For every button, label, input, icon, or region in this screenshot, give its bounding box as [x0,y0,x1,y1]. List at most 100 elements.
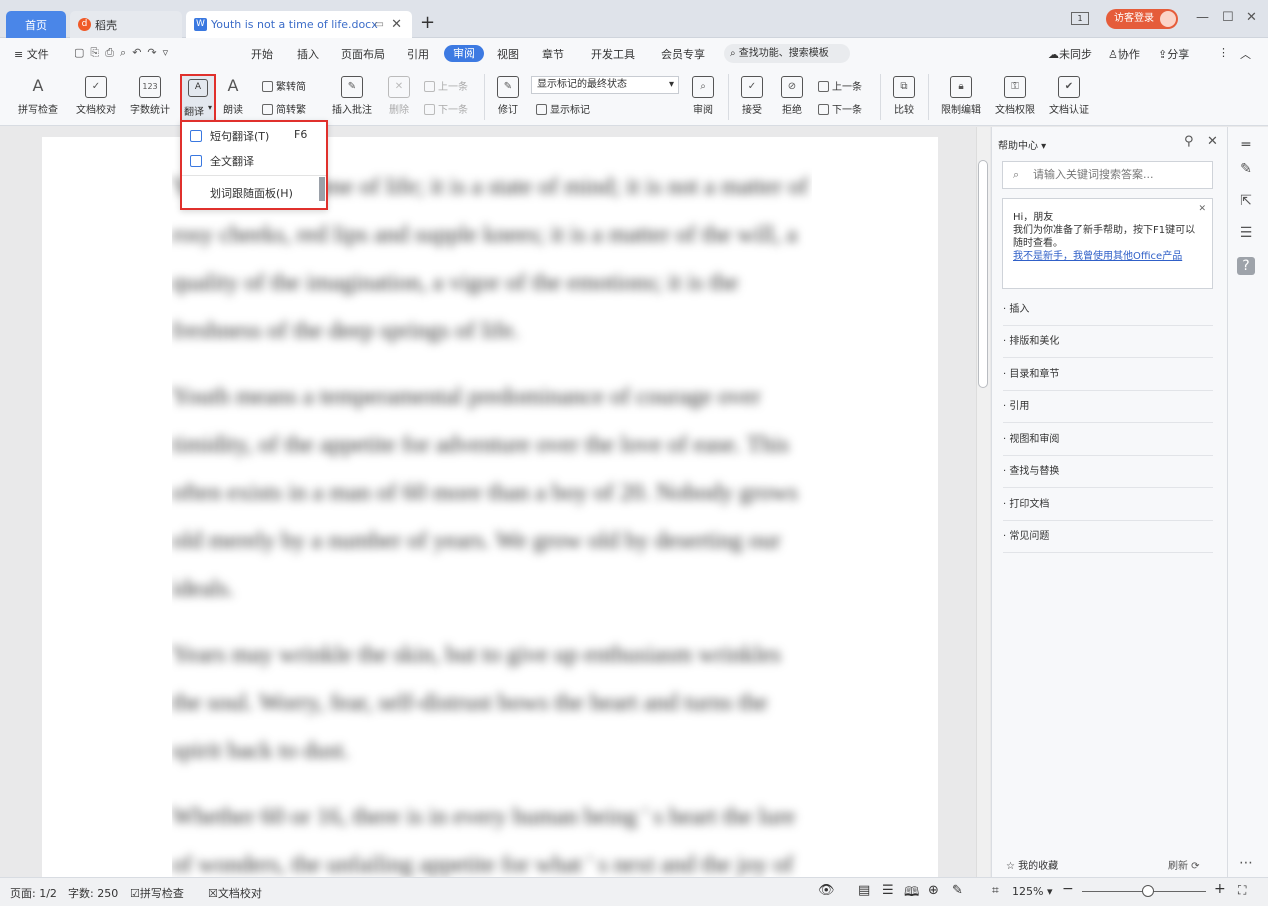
doc-permission-button[interactable]: ⚿ 文档权限 [990,76,1040,116]
collapse-icon[interactable]: ═ [1237,136,1255,154]
refresh-button[interactable]: 刷新 ⟳ [1168,857,1200,872]
translate-button[interactable]: A 翻译 ▾ [180,74,216,120]
status-spell-check[interactable]: ☑拼写检查 [130,885,184,901]
menu-dev-tools[interactable]: 开发工具 [591,46,635,62]
compare-button[interactable]: ⧉ 比较 [886,76,922,116]
short-translate-item[interactable]: 短句翻译(T) F6 [190,128,307,144]
menu-insert[interactable]: 插入 [297,46,319,62]
word-count-indicator[interactable]: 字数: 250 [68,885,118,901]
revise-button[interactable]: ✎ 修订 [490,76,526,116]
function-search[interactable]: ⌕ 查找功能、搜索模板 [724,44,850,63]
settings-sliders-icon[interactable]: ☰ [1237,224,1255,242]
pen-icon[interactable]: ✎ [1237,160,1255,178]
spell-check-button[interactable]: A 拼写检查 [10,76,66,116]
print-icon[interactable]: ⎙ [105,46,120,59]
insert-comment-button[interactable]: ✎ 插入批注 [328,76,376,116]
undo-icon[interactable]: ↶ [132,46,147,59]
full-translate-item[interactable]: 全文翻译 [190,153,254,169]
file-menu[interactable]: ≡ 文件 [14,46,49,62]
eye-protect-icon[interactable]: 👁︎ [818,883,835,898]
simp-to-trad-button[interactable]: 简转繁 [262,101,306,116]
share-button[interactable]: ⇪分享 [1158,46,1189,62]
document-page[interactable]: Youth is not a time of life; it is a sta… [42,137,938,879]
zoom-out-icon[interactable]: − [1062,881,1074,897]
word-count-button[interactable]: 123 字数统计 [126,76,174,116]
follow-panel-item[interactable]: 划词跟随面板(H) [210,185,293,201]
redo-icon[interactable]: ↷ [147,46,162,59]
scrollbar-thumb[interactable] [978,160,988,388]
doc-proof-button[interactable]: ✓ 文档校对 [72,76,120,116]
not-newbie-link[interactable]: 我不是新手，我曾使用其他Office产品 [1013,250,1202,263]
next-comment-button[interactable]: 下一条 [424,101,468,116]
restrict-edit-button[interactable]: 🔒︎ 限制编辑 [936,76,986,116]
help-item-view[interactable]: · 视图和审阅 [1003,424,1213,456]
float-window-icon[interactable]: ▭ [375,19,384,30]
collapse-ribbon-icon[interactable]: ︿ [1240,46,1251,62]
guest-login-button[interactable]: 访客登录 [1106,9,1178,29]
menu-member[interactable]: 会员专享 [661,46,705,62]
fit-page-icon[interactable]: ⌗ [992,883,999,898]
help-item-reference[interactable]: · 引用 [1003,391,1213,423]
web-view-icon[interactable]: ⊕ [928,883,939,898]
fullscreen-icon[interactable]: ⛶ [1238,883,1246,898]
write-view-icon[interactable]: ✎ [952,883,963,898]
zoom-level[interactable]: 125% ▾ [1012,885,1052,898]
menu-start[interactable]: 开始 [251,46,273,62]
collab-button[interactable]: ♙协作 [1108,46,1140,62]
prev-comment-button[interactable]: 上一条 [424,78,468,93]
pin-icon[interactable]: ⚲ [1184,134,1194,149]
reading-view-icon[interactable]: 🕮︎ [904,883,919,905]
zoom-slider-handle[interactable] [1142,885,1154,897]
help-search-input[interactable]: ⌕ 请输入关键词搜索答案... [1002,161,1213,189]
minimize-icon[interactable]: — [1196,10,1209,25]
window-mode-icon[interactable]: 1 [1071,12,1089,25]
show-markup-button[interactable]: 显示标记 [536,101,590,116]
menu-chapter[interactable]: 章节 [542,46,564,62]
zoom-in-icon[interactable]: + [1214,881,1226,897]
close-panel-icon[interactable]: ✕ [1207,134,1218,149]
close-tab-icon[interactable]: ✕ [391,17,402,32]
help-item-faq[interactable]: · 常见问题 [1003,521,1213,553]
menu-reference[interactable]: 引用 [407,46,429,62]
page-view-icon[interactable]: ▤ [858,883,870,898]
help-center-title[interactable]: 帮助中心 ▾ [998,137,1046,152]
prev-change-button[interactable]: 上一条 [818,78,862,93]
more-icon[interactable]: ⋮ [1218,46,1229,59]
menu-view[interactable]: 视图 [497,46,519,62]
reject-button[interactable]: ⊘ 拒绝 [774,76,810,116]
review-pane-button[interactable]: ⌕ 审阅 [686,76,720,116]
cursor-icon[interactable]: ⇱ [1237,192,1255,210]
tab-daoke[interactable]: d 稻壳 [70,11,182,38]
close-icon[interactable]: ✕ [1198,203,1206,216]
dropdown-scrollbar[interactable] [319,177,325,201]
accept-button[interactable]: ✓ 接受 [734,76,770,116]
quick-access-toolbar[interactable]: ▢⎘⎙⌕↶↷▿ [74,46,174,60]
maximize-icon[interactable]: ☐ [1222,10,1234,25]
markup-state-select[interactable]: 显示标记的最终状态 ▾ [531,76,679,94]
new-tab-icon[interactable]: + [420,12,435,33]
outline-view-icon[interactable]: ☰ [882,883,894,898]
tab-document[interactable]: W Youth is not a time of life.docx ▭ ✕ [186,11,412,38]
help-item-toc[interactable]: · 目录和章节 [1003,359,1213,391]
menu-review[interactable]: 审阅 [444,45,484,62]
save-icon[interactable]: ▢ [74,46,90,59]
help-item-insert[interactable]: · 插入 [1003,294,1213,326]
status-doc-proof[interactable]: ☒文档校对 [208,885,262,901]
favorites-button[interactable]: ☆ 我的收藏 [1006,857,1058,872]
help-item-find[interactable]: · 查找与替换 [1003,456,1213,488]
print-preview-icon[interactable]: ⌕ [120,46,132,59]
sync-status[interactable]: ☁未同步 [1048,46,1092,62]
next-change-button[interactable]: 下一条 [818,101,862,116]
customize-icon[interactable]: ▿ [163,46,175,59]
paragraph-4[interactable]: Whether 60 or 16, there is in every huma… [172,793,812,879]
read-aloud-button[interactable]: A 朗读 [216,76,250,116]
tab-home[interactable]: 首页 [6,11,66,38]
help-item-print[interactable]: · 打印文档 [1003,489,1213,521]
more-options-icon[interactable]: ⋯ [1237,854,1255,872]
close-window-icon[interactable]: ✕ [1246,10,1257,25]
doc-cert-button[interactable]: ✔ 文档认证 [1044,76,1094,116]
page-indicator[interactable]: 页面: 1/2 [10,885,57,901]
help-icon[interactable]: ? [1237,257,1255,275]
export-pdf-icon[interactable]: ⎘ [90,46,105,59]
menu-page-layout[interactable]: 页面布局 [341,46,385,62]
